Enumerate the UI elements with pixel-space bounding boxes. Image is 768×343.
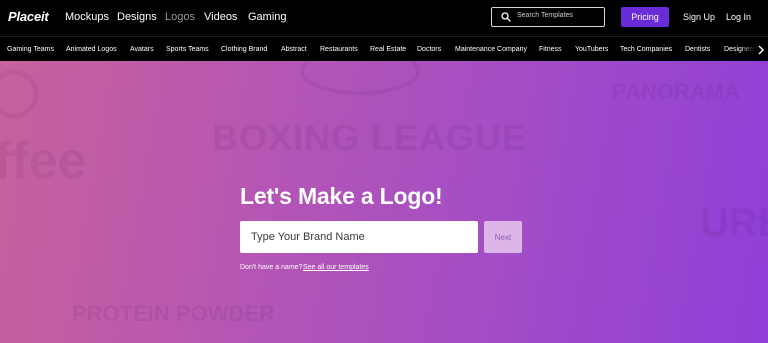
category-avatars[interactable]: Avatars (130, 46, 154, 53)
hero-headline: Let's Make a Logo! (240, 183, 443, 209)
see-all-templates-link[interactable]: See all our templates (303, 264, 369, 271)
background-emblem-decoration (0, 69, 39, 119)
background-logo-decoration: PANORAMA (612, 79, 740, 104)
nav-logos[interactable]: Logos (165, 11, 195, 23)
category-bar: Gaming Teams Animated Logos Avatars Spor… (0, 36, 768, 61)
category-dentists[interactable]: Dentists (685, 46, 710, 53)
category-gaming-teams[interactable]: Gaming Teams (7, 46, 54, 53)
category-restaurants[interactable]: Restaurants (320, 46, 358, 53)
pricing-button[interactable]: Pricing (621, 7, 669, 27)
chevron-right-icon[interactable] (757, 45, 765, 55)
category-abstract[interactable]: Abstract (281, 46, 307, 53)
nav-gaming[interactable]: Gaming (248, 11, 287, 23)
category-fitness[interactable]: Fitness (539, 46, 562, 53)
background-logo-decoration: URE (700, 201, 768, 245)
category-real-estate[interactable]: Real Estate (370, 46, 406, 53)
nav-designs[interactable]: Designs (117, 11, 157, 23)
category-tech-companies[interactable]: Tech Companies (620, 46, 672, 53)
search-icon (501, 12, 511, 22)
next-button[interactable]: Next (484, 221, 522, 253)
background-emblem-decoration (300, 61, 420, 95)
category-doctors[interactable]: Doctors (417, 46, 441, 53)
top-navigation-bar: Placeit Mockups Designs Logos Videos Gam… (0, 0, 768, 36)
search-box[interactable]: Search Templates (491, 7, 605, 27)
placeit-logo[interactable]: Placeit (8, 9, 49, 24)
brand-name-input[interactable] (240, 221, 478, 253)
hero-section: ffee BOXING LEAGUE PANORAMA URE PROTEIN … (0, 61, 768, 343)
no-name-text: Don't have a name? (240, 264, 303, 271)
category-youtubers[interactable]: YouTubers (575, 46, 608, 53)
nav-mockups[interactable]: Mockups (65, 11, 109, 23)
category-clothing-brand[interactable]: Clothing Brand (221, 46, 267, 53)
background-logo-decoration: ffee (0, 132, 87, 190)
background-logo-decoration: BOXING LEAGUE (212, 117, 528, 158)
background-logo-decoration: PROTEIN POWDER (72, 301, 275, 326)
search-placeholder: Search Templates (517, 12, 573, 19)
nav-videos[interactable]: Videos (204, 11, 237, 23)
log-in-link[interactable]: Log In (726, 12, 751, 22)
category-animated-logos[interactable]: Animated Logos (66, 46, 117, 53)
category-sports-teams[interactable]: Sports Teams (166, 46, 209, 53)
category-maintenance-company[interactable]: Maintenance Company (455, 46, 527, 53)
sign-up-link[interactable]: Sign Up (683, 12, 715, 22)
